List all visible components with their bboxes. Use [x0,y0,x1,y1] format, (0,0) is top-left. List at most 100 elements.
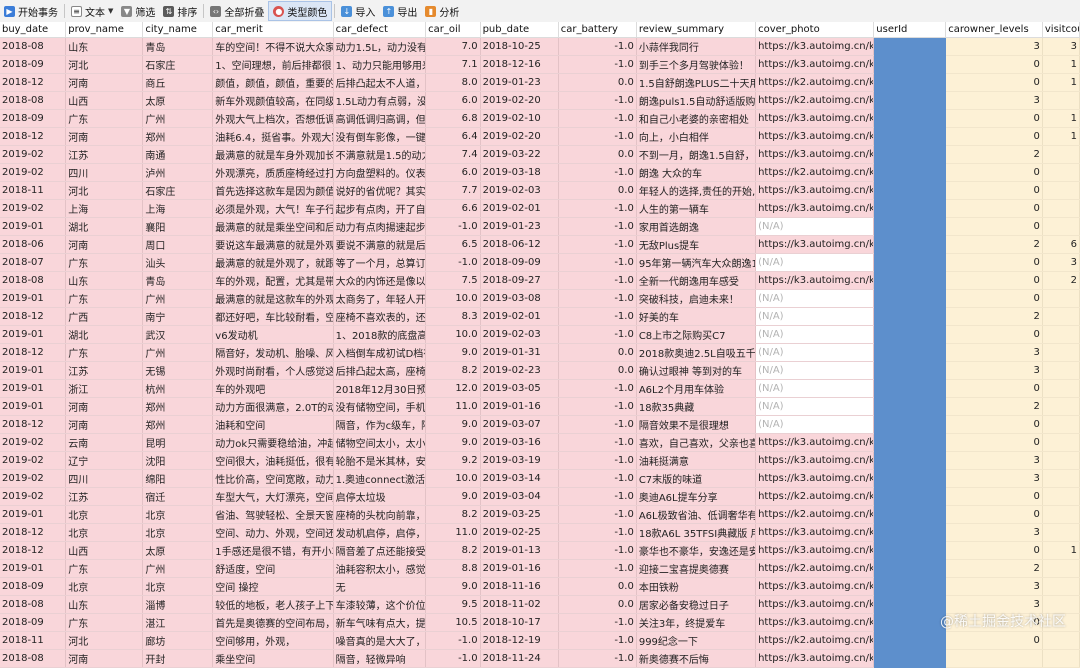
table-row[interactable]: 2019-01湖北武汉v6发动机1、2018款的底盘高度较2010.02019-… [0,325,1080,344]
column-header-cover-photo[interactable]: cover_photo [755,22,875,38]
cell-car-oil[interactable]: -1.0 [425,631,481,650]
cell-car-defect[interactable]: 新车气味有点大，提车到现 [333,613,427,632]
cell-buy-date[interactable]: 2018-11 [0,181,67,200]
column-header-buy-date[interactable]: buy_date [0,22,67,38]
cell-prov-name[interactable]: 山西 [65,541,144,560]
cell-userId[interactable] [873,235,947,254]
cell-buy-date[interactable]: 2019-02 [0,487,67,506]
cell-userId[interactable] [873,127,947,146]
table-row[interactable]: 2019-01河南郑州动力方面很满意，2.0T的动没有储物空间，手机都没地11.… [0,397,1080,416]
cell-prov-name[interactable]: 北京 [65,523,144,542]
cell-pub-date[interactable]: 2019-03-19 [480,451,559,470]
cell-cover-photo[interactable]: https://k3.autoimg.cn/ko [755,595,875,614]
cell-car-merit[interactable]: 外观漂亮，质质座椅经过打 [212,163,334,182]
cell-pub-date[interactable]: 2019-01-13 [480,541,559,560]
cell-cover-photo[interactable]: https://k2.autoimg.cn/ko [755,487,875,506]
cell-car-oil[interactable]: 8.8 [425,559,481,578]
cell-pub-date[interactable]: 2019-01-23 [480,217,559,236]
cell-car-oil[interactable]: 7.1 [425,55,481,74]
cell-carowner-levels[interactable]: 0 [945,541,1043,560]
cell-userId[interactable] [873,541,947,560]
cell-buy-date[interactable]: 2019-01 [0,289,67,308]
cell-car-merit[interactable]: 车型大气，大灯漂亮，空间 [212,487,334,506]
cell-carowner-levels[interactable]: 3 [945,523,1043,542]
cell-userId[interactable] [873,559,947,578]
cell-userId[interactable] [873,397,947,416]
cell-car-defect[interactable]: 高调低调归高调，但是实说 [333,109,427,128]
cell-review-summary[interactable]: 95年第一辆汽车大众朗逸18 [636,253,757,272]
cell-carowner-levels[interactable]: 0 [945,415,1043,434]
cell-city-name[interactable]: 湛江 [142,613,214,632]
cell-review-summary[interactable]: A6L极致省油、低调奢华有品 [636,505,757,524]
cell-prov-name[interactable]: 广西 [65,307,144,326]
cell-cover-photo[interactable]: (N/A) [755,253,875,272]
cell-visitcou[interactable] [1042,577,1080,596]
cell-buy-date[interactable]: 2018-12 [0,73,67,92]
table-row[interactable]: 2019-01浙江杭州车的外观吧2018年12月30日预订车辆准12.02019… [0,379,1080,398]
cell-prov-name[interactable]: 江苏 [65,145,144,164]
cell-car-battery[interactable]: -1.0 [558,325,637,344]
cell-buy-date[interactable]: 2019-01 [0,397,67,416]
cell-review-summary[interactable]: C7末版的味道 [636,469,757,488]
cell-car-merit[interactable]: 新车外观颜值较高，在同级 [212,91,334,110]
cell-car-oil[interactable]: 9.2 [425,451,481,470]
table-row[interactable]: 2018-08山东青岛车的空间！不得不说大众家动力1.5L，动力没有那么大7.0… [0,37,1080,56]
cell-car-oil[interactable]: -1.0 [425,649,481,668]
cell-cover-photo[interactable]: https://k3.autoimg.cn/ko [755,613,875,632]
cell-buy-date[interactable]: 2018-08 [0,649,67,668]
cell-city-name[interactable]: 绵阳 [142,469,214,488]
cell-city-name[interactable]: 泸州 [142,163,214,182]
cell-review-summary[interactable]: 年轻人的选择,责任的开始, [636,181,757,200]
cell-city-name[interactable]: 无锡 [142,361,214,380]
cell-userId[interactable] [873,649,947,668]
cell-visitcou[interactable] [1042,487,1080,506]
cell-city-name[interactable]: 北京 [142,505,214,524]
cell-visitcou[interactable] [1042,199,1080,218]
cell-cover-photo[interactable]: https://k2.autoimg.cn/ko [755,505,875,524]
cell-car-oil[interactable]: 7.5 [425,271,481,290]
table-row[interactable]: 2019-01北京北京省油、驾驶轻松、全景天窗座椅的头枕向前靠，太硬了8.220… [0,505,1080,524]
cell-car-oil[interactable]: 10.0 [425,289,481,308]
cell-car-battery[interactable]: -1.0 [558,415,637,434]
cell-car-oil[interactable]: 6.0 [425,163,481,182]
cell-carowner-levels[interactable]: 0 [945,505,1043,524]
cell-pub-date[interactable]: 2019-01-16 [480,559,559,578]
cell-buy-date[interactable]: 2019-02 [0,163,67,182]
cell-buy-date[interactable]: 2018-08 [0,271,67,290]
cell-pub-date[interactable]: 2019-02-20 [480,91,559,110]
cell-buy-date[interactable]: 2018-06 [0,235,67,254]
cell-city-name[interactable]: 南宁 [142,307,214,326]
cell-car-defect[interactable]: 车漆较薄，这个价位隔音差 [333,595,427,614]
cell-car-defect[interactable]: 后排凸起太高，座椅皮质太 [333,361,427,380]
cell-car-defect[interactable]: 隔音差了点还能接受，最近 [333,541,427,560]
cell-review-summary[interactable]: 朗逸puls1.5自动舒适版购车 [636,91,757,110]
cell-prov-name[interactable]: 江苏 [65,487,144,506]
cell-pub-date[interactable]: 2018-10-17 [480,613,559,632]
cell-pub-date[interactable]: 2019-03-16 [480,433,559,452]
cell-buy-date[interactable]: 2019-01 [0,361,67,380]
cell-car-battery[interactable]: -1.0 [558,235,637,254]
cell-buy-date[interactable]: 2018-09 [0,109,67,128]
cell-carowner-levels[interactable]: 0 [945,181,1043,200]
cell-prov-name[interactable]: 江苏 [65,361,144,380]
cell-review-summary[interactable]: 本田铁粉 [636,577,757,596]
table-row[interactable]: 2018-11河北廊坊空间够用，外观，噪音真的是大大了，储物空-1.02018-… [0,631,1080,650]
cell-pub-date[interactable]: 2019-03-25 [480,505,559,524]
cell-buy-date[interactable]: 2019-02 [0,469,67,488]
table-row[interactable]: 2018-09 北京 北京 空间 操控无 9.0 2018-11-16 0.0 本田铁粉 htt… [0,577,1080,596]
cell-car-defect[interactable]: 太商务了，年轻人开出去会 [333,289,427,308]
cell-car-battery[interactable]: -1.0 [558,631,637,650]
cell-car-defect[interactable]: 无 [333,577,427,596]
column-header-prov-name[interactable]: prov_name [65,22,144,38]
cell-car-merit[interactable]: 舒适度，空间 [212,559,334,578]
cell-carowner-levels[interactable] [945,649,1043,668]
cell-review-summary[interactable]: 隔音效果不是很理想 [636,415,757,434]
cell-car-battery[interactable]: -1.0 [558,37,637,56]
column-header-carowner-levels[interactable]: carowner_levels [945,22,1043,38]
cell-cover-photo[interactable]: https://k3.autoimg.cn/ko [755,649,875,668]
cell-review-summary[interactable]: 豪华也不豪华，安逸还是安逸 [636,541,757,560]
cell-car-defect[interactable]: 大众的内饰还是像以前一样, [333,271,427,290]
table-row[interactable]: 2018-08山西太原新车外观颜值较高，在同级1.5L动力有点弱，没有配备6.0… [0,91,1080,110]
cell-cover-photo[interactable]: (N/A) [755,325,875,344]
cell-carowner-levels[interactable]: 0 [945,163,1043,182]
